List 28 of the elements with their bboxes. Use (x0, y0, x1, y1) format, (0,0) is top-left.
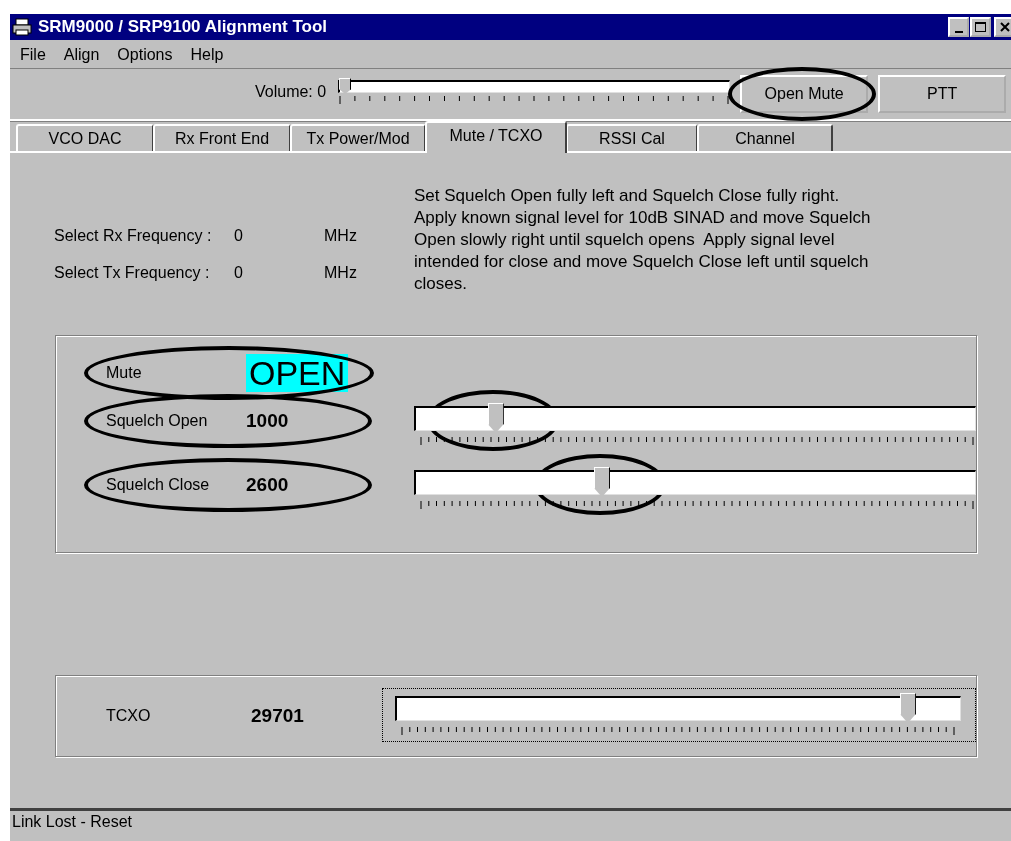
menu-item[interactable]: Help (188, 46, 226, 64)
row-label: Mute (105, 364, 143, 382)
tab[interactable]: RSSI Cal (566, 124, 698, 151)
frequency-value: 0 (234, 227, 244, 245)
row-label: TCXO (105, 707, 152, 725)
tab[interactable]: VCO DAC (16, 124, 154, 151)
row-label: Squelch Open (105, 412, 209, 430)
row-value: 29701 (251, 705, 304, 727)
status-value: OPEN (246, 354, 349, 392)
toolbar-button[interactable]: PTT (878, 75, 1007, 113)
menu-item[interactable]: Options (115, 46, 175, 64)
frequency-unit: MHz (324, 264, 357, 282)
row-value: 1000 (246, 410, 289, 432)
tab[interactable]: Rx Front End (153, 124, 291, 151)
row-label: Squelch Close (105, 476, 211, 494)
frequency-label: Select Rx Frequency : (54, 227, 213, 245)
frequency-unit: MHz (324, 227, 357, 245)
tab[interactable]: Mute / TCXO (425, 121, 567, 153)
volume-label: Volume: 0 (255, 83, 327, 101)
tab[interactable]: Channel (697, 124, 833, 151)
toolbar-button[interactable]: Open Mute (740, 75, 869, 113)
menu-item[interactable]: Align (61, 46, 102, 64)
menu-item[interactable]: File (18, 46, 48, 64)
frequency-label: Select Tx Frequency : (54, 264, 211, 282)
row-value: 2600 (246, 474, 289, 496)
frequency-value: 0 (234, 264, 244, 282)
window-title: SRM9000 / SRP9100 Alignment Tool (38, 17, 329, 37)
instructions-text: Set Squelch Open fully left and Squelch Close fully right. Apply known signal level for 10dB SINAD and move Squelch Open slowly right until squelch opens Apply signal level intended for close and move Squelch Close left until squelch closes. (414, 185, 872, 295)
